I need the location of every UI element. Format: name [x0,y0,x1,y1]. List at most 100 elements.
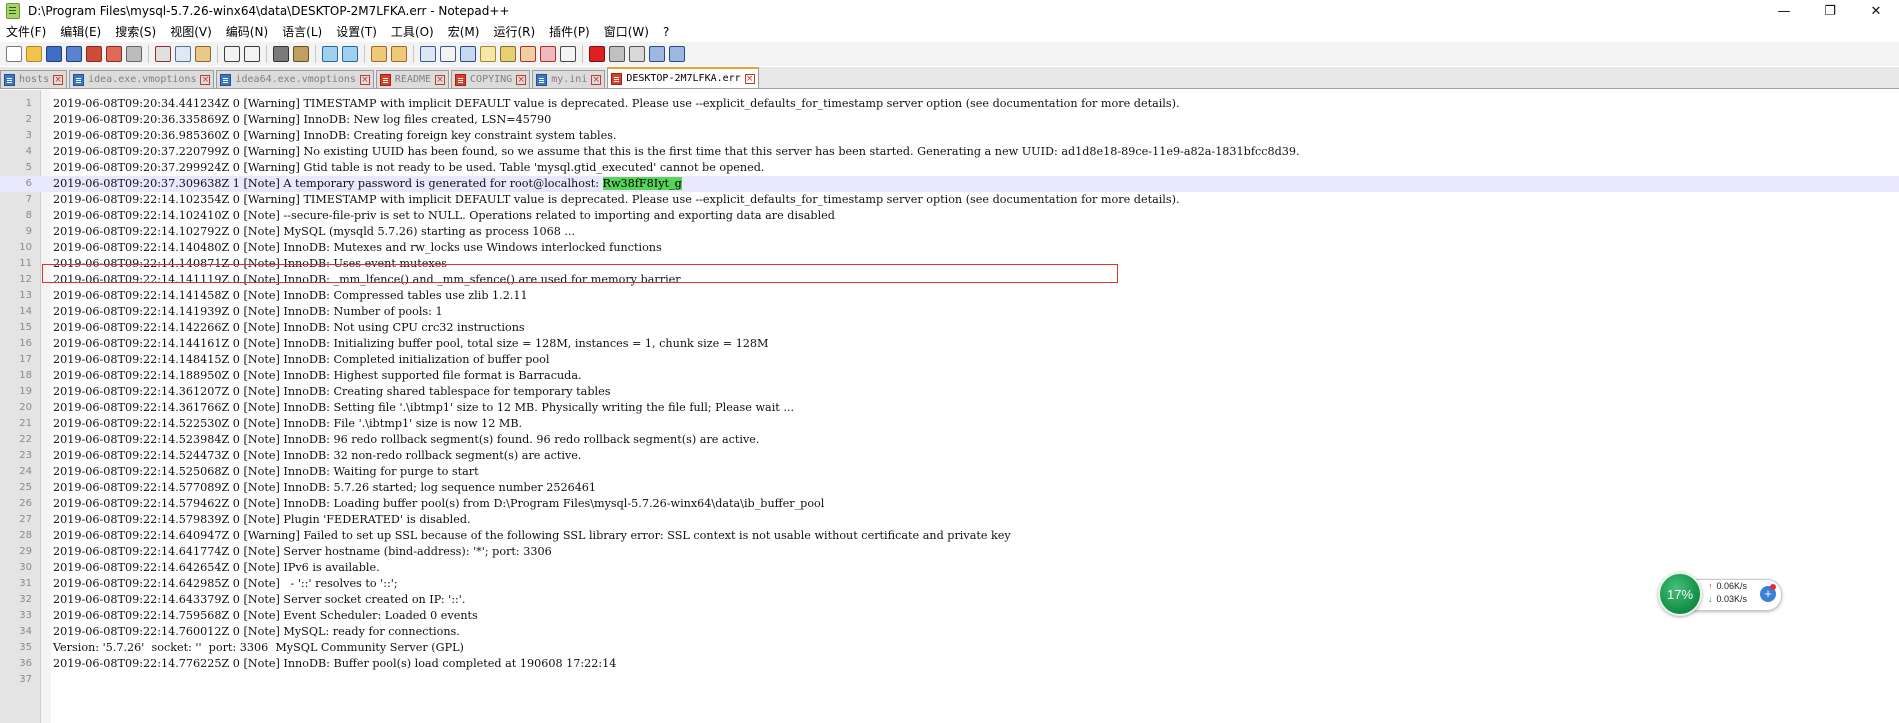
minimize-button[interactable]: — [1761,0,1807,22]
menu-item[interactable]: ? [656,25,676,39]
editor-line[interactable]: 1 2019-06-08T09:20:34.441234Z 0 [Warning]… [0,96,1899,112]
editor-line[interactable]: 23 2019-06-08T09:22:14.524473Z 0 [Note] I… [0,448,1899,464]
tab-close-icon[interactable]: × [591,74,602,85]
menu-item[interactable]: 搜索(S) [108,23,163,40]
tab-idea64-exe-vmoptions[interactable]: idea64.exe.vmoptions × [216,70,374,88]
tab-hosts[interactable]: hosts × [0,70,68,88]
line-text[interactable]: 2019-06-08T09:22:14.188950Z 0 [Note] Inn… [53,368,582,384]
line-text[interactable]: 2019-06-08T09:22:14.642654Z 0 [Note] IPv… [53,560,380,576]
menu-item[interactable]: 宏(M) [441,23,487,40]
play-macro-icon[interactable] [629,46,645,62]
menu-item[interactable]: 文件(F) [0,23,53,40]
sync-vertical-icon[interactable] [371,46,387,62]
menu-item[interactable]: 视图(V) [163,23,219,40]
menu-item[interactable]: 编辑(E) [53,23,108,40]
editor-line[interactable]: 21 2019-06-08T09:22:14.522530Z 0 [Note] I… [0,416,1899,432]
editor-line[interactable]: 20 2019-06-08T09:22:14.361766Z 0 [Note] I… [0,400,1899,416]
user-defined-language-icon[interactable] [480,46,496,62]
line-text[interactable]: 2019-06-08T09:22:14.641774Z 0 [Note] Ser… [53,544,552,560]
line-text[interactable]: 2019-06-08T09:22:14.759568Z 0 [Note] Eve… [53,608,478,624]
notepad-plus-plus-app-icon[interactable] [6,3,20,19]
editor-line[interactable]: 2 2019-06-08T09:20:36.335869Z 0 [Warning]… [0,112,1899,128]
editor-line[interactable]: 14 2019-06-08T09:22:14.141939Z 0 [Note] I… [0,304,1899,320]
line-text[interactable]: 2019-06-08T09:20:34.441234Z 0 [Warning] … [53,96,1180,112]
editor-line[interactable]: 34 2019-06-08T09:22:14.760012Z 0 [Note] M… [0,624,1899,640]
monitoring-icon[interactable] [560,46,576,62]
show-all-characters-icon[interactable] [440,46,456,62]
tab-my-ini[interactable]: my.ini × [532,70,606,88]
tab-desktop-2m7lfka-err[interactable]: DESKTOP-2M7LFKA.err × [607,67,759,88]
line-text[interactable]: 2019-06-08T09:22:14.579839Z 0 [Note] Plu… [53,512,471,528]
editor-line[interactable]: 26 2019-06-08T09:22:14.579462Z 0 [Note] I… [0,496,1899,512]
undo-icon[interactable] [224,46,240,62]
menu-item[interactable]: 语言(L) [275,23,329,40]
line-text[interactable]: 2019-06-08T09:20:36.985360Z 0 [Warning] … [53,128,617,144]
tab-idea-exe-vmoptions[interactable]: idea.exe.vmoptions × [69,70,215,88]
document-map-icon[interactable] [500,46,516,62]
line-text[interactable]: 2019-06-08T09:22:14.525068Z 0 [Note] Inn… [53,464,479,480]
cut-icon[interactable] [155,46,171,62]
tab-close-icon[interactable]: × [359,74,370,85]
menu-item[interactable]: 设置(T) [329,23,384,40]
editor-line[interactable]: 32 2019-06-08T09:22:14.643379Z 0 [Note] S… [0,592,1899,608]
new-file-icon[interactable] [6,46,22,62]
editor-line[interactable]: 4 2019-06-08T09:20:37.220799Z 0 [Warning]… [0,144,1899,160]
sync-horizontal-icon[interactable] [391,46,407,62]
line-text[interactable]: 2019-06-08T09:22:14.102410Z 0 [Note] --s… [53,208,835,224]
line-text[interactable]: 2019-06-08T09:20:37.299924Z 0 [Warning] … [53,160,764,176]
editor-line[interactable]: 25 2019-06-08T09:22:14.577089Z 0 [Note] I… [0,480,1899,496]
editor-line[interactable]: 33 2019-06-08T09:22:14.759568Z 0 [Note] E… [0,608,1899,624]
line-text[interactable]: 2019-06-08T09:22:14.776225Z 0 [Note] Inn… [53,656,616,672]
close-file-icon[interactable] [86,46,102,62]
menu-item[interactable]: 窗口(W) [597,23,656,40]
zoom-out-icon[interactable] [342,46,358,62]
tab-close-icon[interactable]: × [200,74,211,85]
editor-line[interactable]: 6 2019-06-08T09:20:37.309638Z 1 [Note] A … [0,176,1899,192]
editor-line[interactable]: 30 2019-06-08T09:22:14.642654Z 0 [Note] I… [0,560,1899,576]
word-wrap-icon[interactable] [420,46,436,62]
line-text[interactable]: 2019-06-08T09:22:14.522530Z 0 [Note] Inn… [53,416,522,432]
editor-line[interactable]: 8 2019-06-08T09:22:14.102410Z 0 [Note] --… [0,208,1899,224]
redo-icon[interactable] [244,46,260,62]
tab-close-icon[interactable]: × [516,74,527,85]
line-text[interactable]: 2019-06-08T09:22:14.144161Z 0 [Note] Inn… [53,336,769,352]
tab-close-icon[interactable]: × [744,73,755,84]
editor-line[interactable]: 9 2019-06-08T09:22:14.102792Z 0 [Note] My… [0,224,1899,240]
editor-line[interactable]: 27 2019-06-08T09:22:14.579839Z 0 [Note] P… [0,512,1899,528]
function-list-icon[interactable] [520,46,536,62]
line-text[interactable]: 2019-06-08T09:22:14.361766Z 0 [Note] Inn… [53,400,794,416]
editor-line[interactable]: 37 [0,672,1899,688]
run-macro-multiple-icon[interactable] [649,46,665,62]
line-text[interactable]: 2019-06-08T09:20:36.335869Z 0 [Warning] … [53,112,551,128]
save-icon[interactable] [46,46,62,62]
copy-icon[interactable] [175,46,191,62]
line-text[interactable]: 2019-06-08T09:22:14.361207Z 0 [Note] Inn… [53,384,610,400]
editor-line[interactable]: 17 2019-06-08T09:22:14.148415Z 0 [Note] I… [0,352,1899,368]
line-text[interactable]: 2019-06-08T09:22:14.642985Z 0 [Note] - '… [53,576,398,592]
tab-copying[interactable]: COPYING × [451,70,531,88]
tab-readme[interactable]: README × [375,70,450,88]
menu-item[interactable]: 工具(O) [384,23,441,40]
editor-lines[interactable]: 1 2019-06-08T09:20:34.441234Z 0 [Warning]… [0,96,1899,688]
stop-recording-icon[interactable] [609,46,625,62]
record-macro-icon[interactable] [589,46,605,62]
editor-area[interactable]: 1 2019-06-08T09:20:34.441234Z 0 [Warning]… [0,90,1899,723]
line-text[interactable]: 2019-06-08T09:22:14.141458Z 0 [Note] Inn… [53,288,528,304]
zoom-in-icon[interactable] [322,46,338,62]
menu-item[interactable]: 插件(P) [542,23,597,40]
editor-line[interactable]: 3 2019-06-08T09:20:36.985360Z 0 [Warning]… [0,128,1899,144]
line-text[interactable]: 2019-06-08T09:22:14.760012Z 0 [Note] MyS… [53,624,460,640]
close-window-button[interactable]: ✕ [1853,0,1899,22]
editor-line[interactable]: 5 2019-06-08T09:20:37.299924Z 0 [Warning]… [0,160,1899,176]
line-text[interactable]: 2019-06-08T09:22:14.640947Z 0 [Warning] … [53,528,1011,544]
line-text[interactable]: 2019-06-08T09:20:37.309638Z 1 [Note] A t… [53,176,682,192]
editor-line[interactable]: 15 2019-06-08T09:22:14.142266Z 0 [Note] I… [0,320,1899,336]
editor-line[interactable]: 31 2019-06-08T09:22:14.642985Z 0 [Note] -… [0,576,1899,592]
replace-icon[interactable] [293,46,309,62]
editor-line[interactable]: 36 2019-06-08T09:22:14.776225Z 0 [Note] I… [0,656,1899,672]
line-text[interactable]: 2019-06-08T09:22:14.140480Z 0 [Note] Inn… [53,240,662,256]
menu-item[interactable]: 运行(R) [486,23,542,40]
line-text[interactable]: 2019-06-08T09:22:14.643379Z 0 [Note] Ser… [53,592,465,608]
editor-line[interactable]: 11 2019-06-08T09:22:14.140871Z 0 [Note] I… [0,256,1899,272]
temporary-password-highlight[interactable]: Rw38fF8Iyt_g [602,177,682,190]
